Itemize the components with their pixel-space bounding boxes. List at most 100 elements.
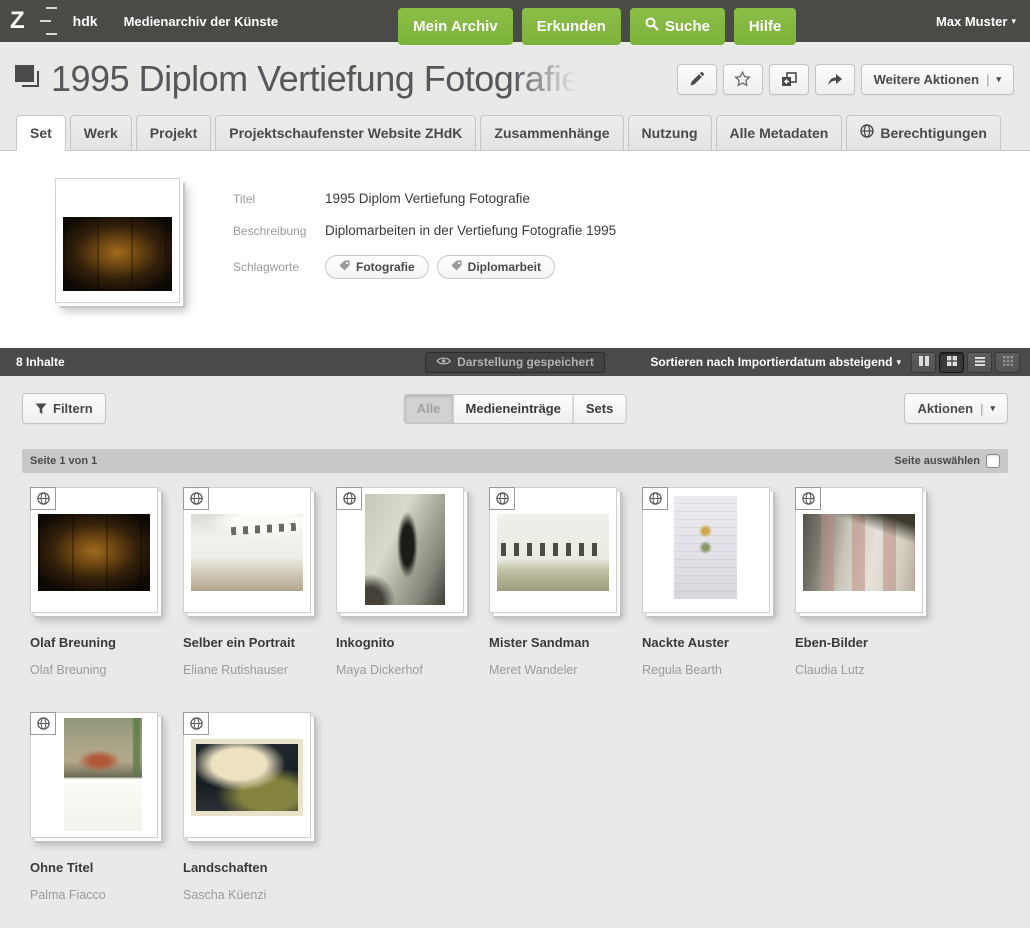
tiles-view-icon	[1002, 355, 1014, 370]
tab-zusammenhaenge[interactable]: Zusammenhänge	[480, 115, 623, 151]
tab-alle-metadaten[interactable]: Alle Metadaten	[716, 115, 843, 151]
app-name[interactable]: Medienarchiv der Künste	[124, 14, 279, 29]
segment-medieneintraege[interactable]: Medieneinträge	[453, 394, 574, 424]
public-badge	[30, 712, 56, 735]
sort-dropdown[interactable]: Sortieren nach Importierdatum absteigend…	[650, 355, 901, 369]
filter-button[interactable]: Filtern	[22, 393, 106, 424]
set-thumbnail[interactable]	[55, 178, 180, 303]
metadata: Titel 1995 Diplom Vertiefung Fotografie …	[233, 178, 616, 348]
public-badge	[642, 487, 668, 510]
grid-item: Selber ein Portrait Eliane Rutishauser	[183, 487, 336, 712]
tab-werk[interactable]: Werk	[70, 115, 132, 151]
item-author: Palma Fiacco	[30, 888, 183, 902]
titel-label: Titel	[233, 192, 325, 206]
item-thumbnail[interactable]	[30, 487, 158, 613]
saved-view-button[interactable]: Darstellung gespeichert	[425, 352, 605, 373]
view-columns-button[interactable]	[911, 352, 936, 373]
tab-berechtigungen[interactable]: Berechtigungen	[846, 115, 1001, 151]
titel-value: 1995 Diplom Vertiefung Fotografie	[325, 191, 530, 206]
view-tiles-button[interactable]	[995, 352, 1020, 373]
nav-hilfe-button[interactable]: Hilfe	[734, 8, 797, 45]
view-grid-button[interactable]	[939, 352, 964, 373]
page-header: 1995 Diplom Vertiefung Fotografie Weiter…	[0, 42, 1030, 100]
actions-button[interactable]: Aktionen | ▾	[904, 393, 1008, 424]
item-title[interactable]: Inkognito	[336, 635, 489, 650]
item-author: Sascha Küenzi	[183, 888, 336, 902]
select-page-checkbox[interactable]	[986, 454, 1000, 468]
tag-icon	[339, 260, 350, 274]
item-thumbnail[interactable]	[489, 487, 617, 613]
item-title[interactable]: Mister Sandman	[489, 635, 642, 650]
select-page-label: Seite auswählen	[894, 455, 980, 467]
item-image	[674, 496, 737, 599]
search-icon	[645, 17, 659, 35]
nav-mein-archiv-button[interactable]: Mein Archiv	[398, 8, 512, 45]
favorite-button[interactable]	[723, 64, 763, 95]
item-thumbnail[interactable]	[336, 487, 464, 613]
tab-set[interactable]: Set	[16, 115, 66, 151]
item-title[interactable]: Selber ein Portrait	[183, 635, 336, 650]
user-menu[interactable]: Max Muster ▾	[936, 14, 1016, 29]
eye-icon	[436, 355, 451, 369]
edit-button[interactable]	[677, 64, 717, 95]
item-author: Olaf Breuning	[30, 663, 183, 677]
set-thumbnail-image	[63, 217, 172, 291]
item-thumbnail[interactable]	[795, 487, 923, 613]
item-thumbnail[interactable]	[642, 487, 770, 613]
hdk-logo-text[interactable]: hdk	[73, 13, 98, 29]
content-count: 8 Inhalte	[16, 355, 65, 369]
page-title: 1995 Diplom Vertiefung Fotografie	[51, 58, 581, 100]
segment-sets[interactable]: Sets	[573, 394, 626, 424]
header-actions: Weitere Aktionen | ▾	[677, 64, 1014, 95]
funnel-icon	[35, 403, 47, 415]
item-author: Regula Bearth	[642, 663, 795, 677]
tab-projekt[interactable]: Projekt	[136, 115, 211, 151]
type-filter-segments: Alle Medieneinträge Sets	[404, 394, 627, 424]
add-to-set-icon	[781, 72, 797, 87]
list-view-icon	[974, 355, 986, 370]
nav-erkunden-button[interactable]: Erkunden	[522, 8, 621, 45]
beschreibung-value: Diplomarbeiten in der Vertiefung Fotogra…	[325, 223, 616, 238]
tab-projektschaufenster[interactable]: Projektschaufenster Website ZHdK	[215, 115, 476, 151]
grid-item: Olaf Breuning Olaf Breuning	[30, 487, 183, 712]
item-thumbnail[interactable]	[183, 487, 311, 613]
item-thumbnail[interactable]	[183, 712, 311, 838]
share-button[interactable]	[815, 64, 855, 95]
more-actions-button[interactable]: Weitere Aktionen | ▾	[861, 64, 1014, 95]
chevron-down-icon: ▾	[896, 358, 901, 367]
grid-item: Nackte Auster Regula Bearth	[642, 487, 795, 712]
item-title[interactable]: Eben-Bilder	[795, 635, 948, 650]
item-title[interactable]: Nackte Auster	[642, 635, 795, 650]
item-thumbnail[interactable]	[30, 712, 158, 838]
public-badge	[183, 487, 209, 510]
add-to-set-button[interactable]	[769, 64, 809, 95]
item-title[interactable]: Landschaften	[183, 860, 336, 875]
share-arrow-icon	[827, 72, 843, 86]
item-author: Meret Wandeler	[489, 663, 642, 677]
public-badge	[795, 487, 821, 510]
star-icon	[734, 71, 751, 87]
segment-alle[interactable]: Alle	[404, 394, 454, 424]
item-image	[38, 514, 150, 591]
zhdk-z-logo[interactable]: Z	[10, 7, 24, 35]
top-navbar: Z hdk Medienarchiv der Künste Mein Archi…	[0, 0, 1030, 42]
columns-view-icon	[918, 355, 930, 370]
page-info: Seite 1 von 1	[30, 455, 97, 467]
beschreibung-label: Beschreibung	[233, 224, 325, 238]
chevron-down-icon: ▾	[1011, 17, 1016, 26]
tag-fotografie[interactable]: Fotografie	[325, 255, 429, 279]
view-list-button[interactable]	[967, 352, 992, 373]
page-bar: Seite 1 von 1 Seite auswählen	[22, 449, 1008, 473]
tab-nutzung[interactable]: Nutzung	[628, 115, 712, 151]
grid-view-icon	[946, 355, 958, 370]
public-badge	[489, 487, 515, 510]
view-mode-switcher	[911, 352, 1020, 373]
item-image	[64, 718, 142, 831]
public-badge	[183, 712, 209, 735]
schlagworte-label: Schlagworte	[233, 260, 325, 274]
item-title[interactable]: Ohne Titel	[30, 860, 183, 875]
nav-suche-button[interactable]: Suche	[630, 8, 725, 45]
tag-diplomarbeit[interactable]: Diplomarbeit	[437, 255, 555, 279]
item-title[interactable]: Olaf Breuning	[30, 635, 183, 650]
filter-row: Filtern Alle Medieneinträge Sets Aktione…	[0, 376, 1030, 424]
